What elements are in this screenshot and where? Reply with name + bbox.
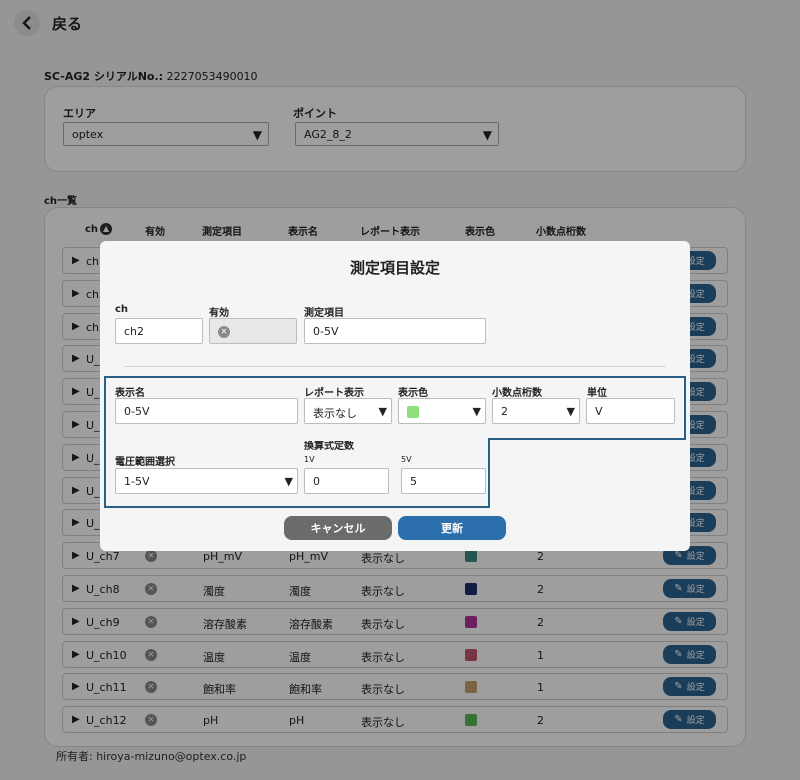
cancel-button[interactable]: キャンセル: [284, 516, 392, 540]
highlight-joint: [106, 436, 488, 441]
highlight-box-top: [104, 376, 686, 440]
ch-field[interactable]: ch2: [115, 318, 203, 344]
ch-label: ch: [115, 304, 129, 315]
modal-title: 測定項目設定: [349, 259, 440, 277]
divider: [124, 366, 666, 367]
item-field[interactable]: 0-5V: [304, 318, 486, 344]
item-label: 測定項目: [304, 308, 344, 319]
x-circle-icon: ✕: [218, 326, 230, 338]
highlight-box-bottom: [104, 438, 490, 508]
update-button[interactable]: 更新: [398, 516, 506, 540]
enabled-label: 有効: [209, 308, 229, 319]
enabled-field[interactable]: ✕: [209, 318, 297, 344]
